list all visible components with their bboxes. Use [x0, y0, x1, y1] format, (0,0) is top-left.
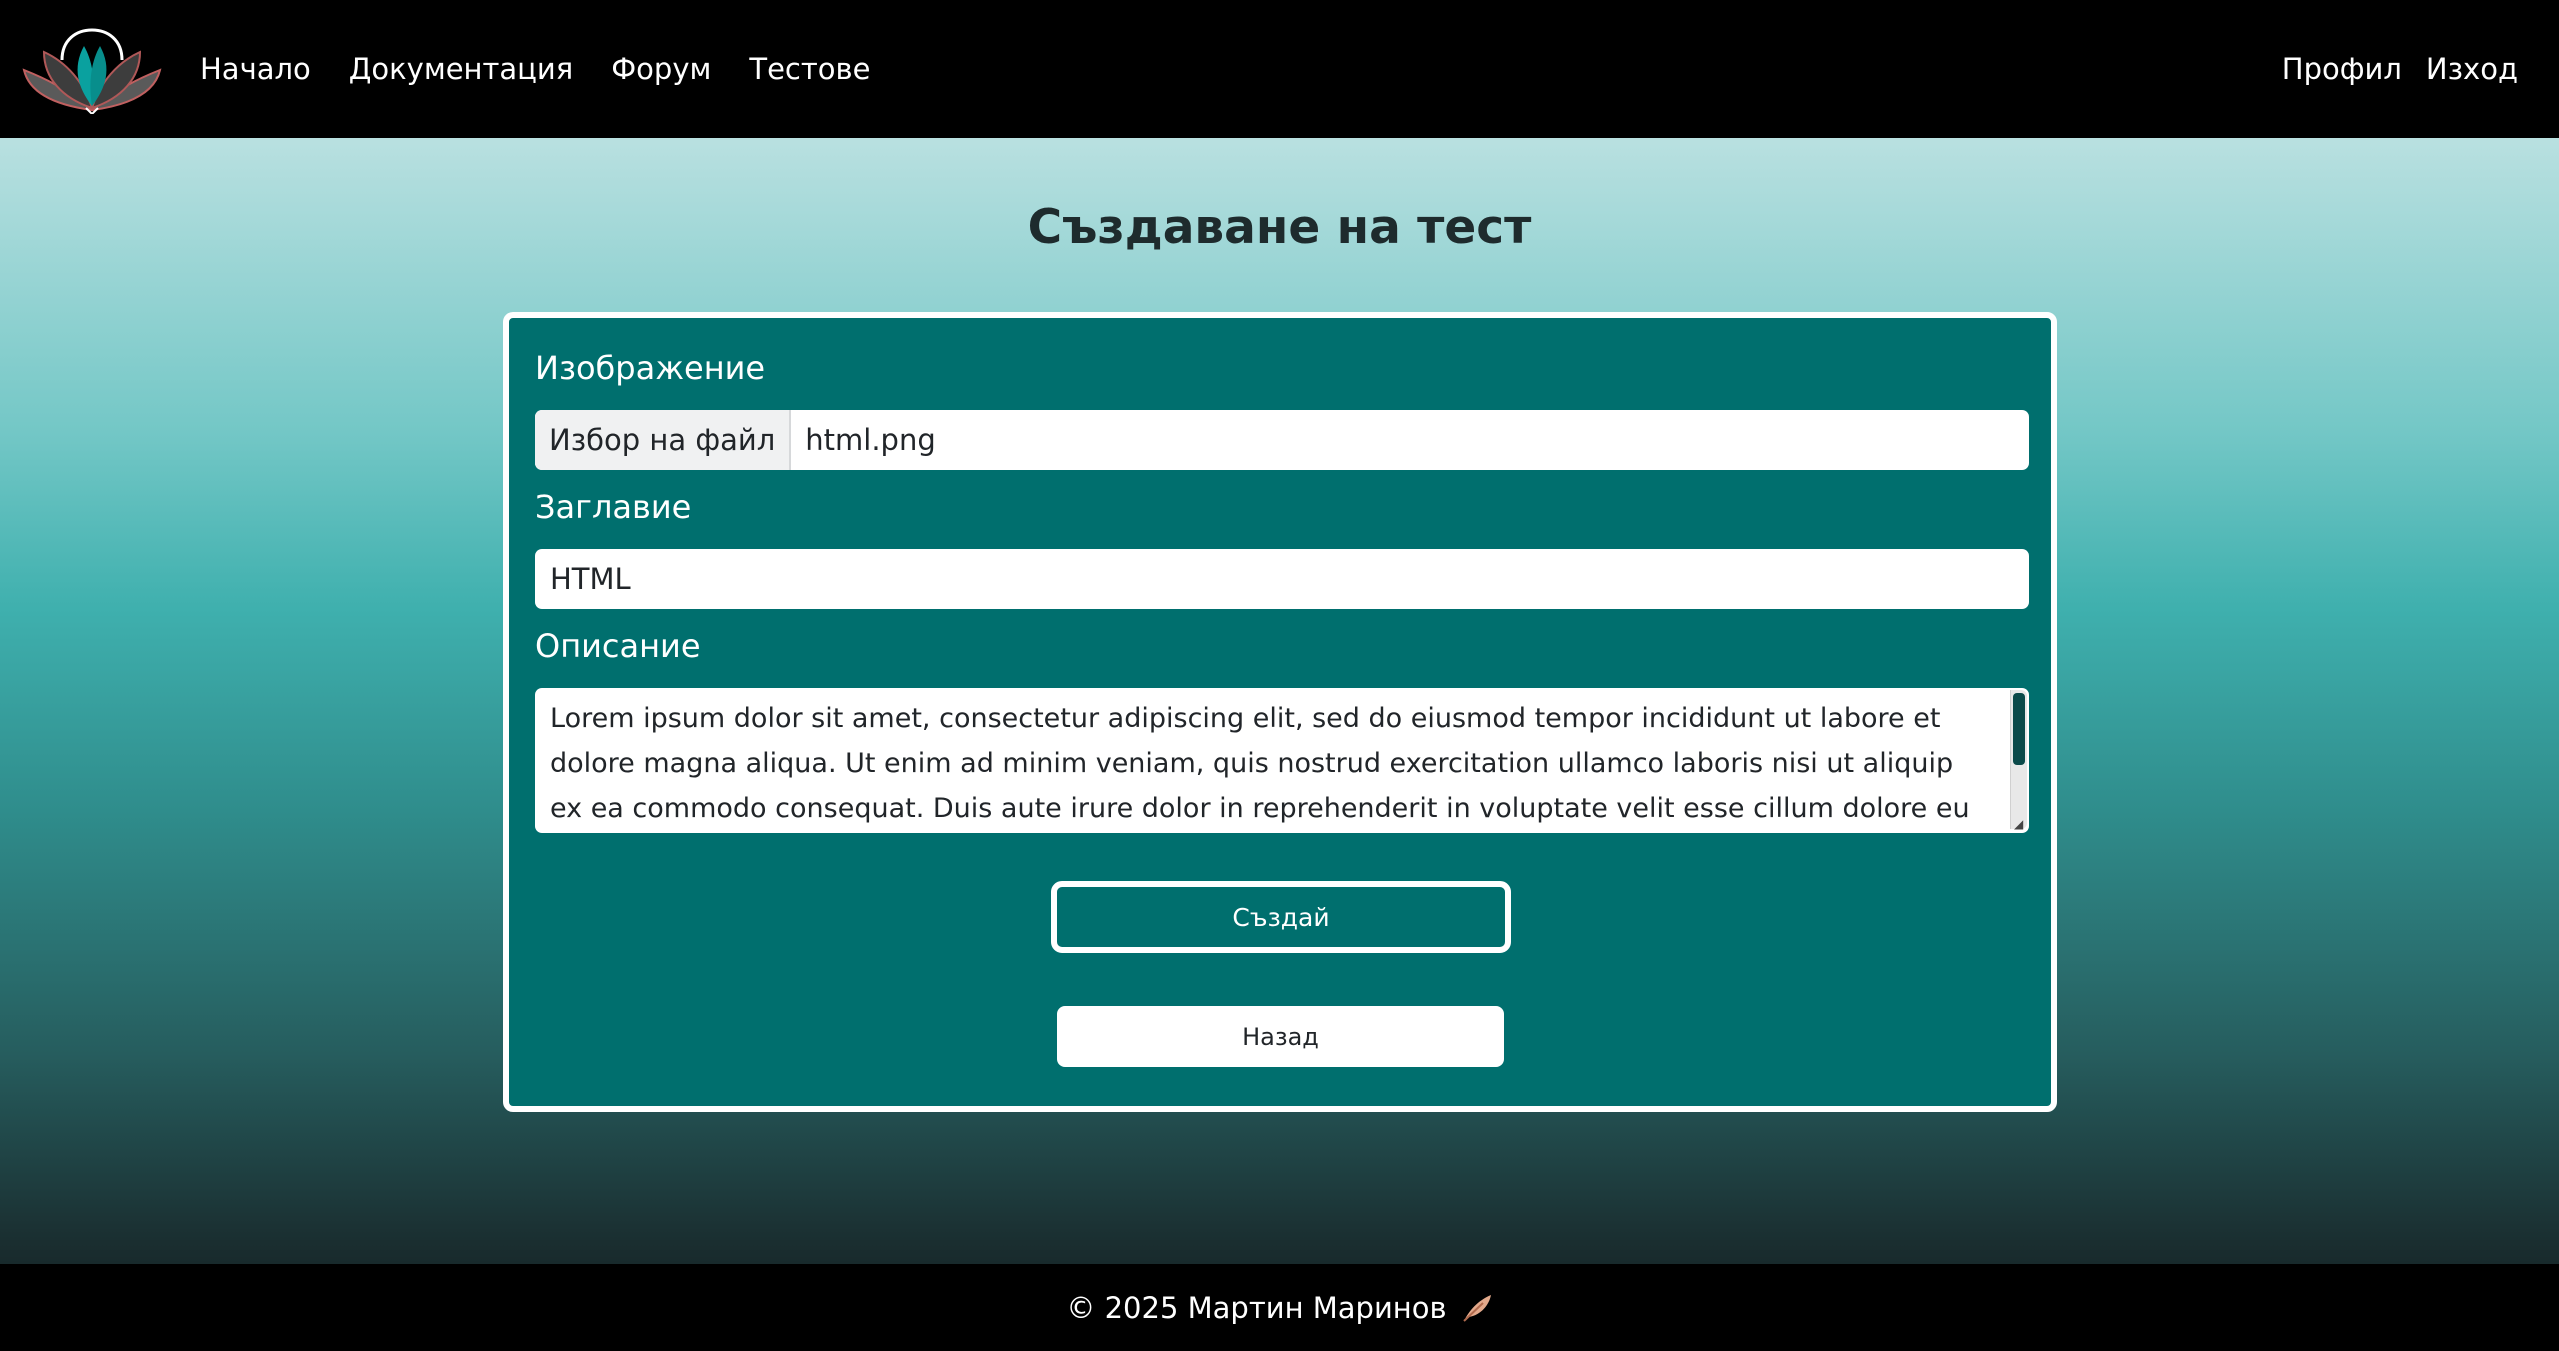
title-input[interactable] — [535, 549, 2029, 609]
main-nav: Начало Документация Форум Тестове — [200, 0, 870, 138]
back-button[interactable]: Назад — [1057, 1006, 1504, 1067]
selected-file-name: html.png — [805, 423, 936, 457]
image-file-input[interactable]: Избор на файл html.png — [535, 410, 2029, 470]
title-label: Заглавие — [535, 488, 692, 526]
description-text: Lorem ipsum dolor sit amet, consectetur … — [550, 703, 1970, 824]
top-navbar: Начало Документация Форум Тестове Профил… — [0, 0, 2559, 138]
nav-link-logout[interactable]: Изход — [2426, 52, 2518, 86]
image-label: Изображение — [535, 349, 766, 387]
nav-link-documentation[interactable]: Документация — [349, 52, 573, 86]
create-button[interactable]: Създай — [1051, 881, 1511, 953]
nav-link-home[interactable]: Начало — [200, 52, 311, 86]
nav-link-profile[interactable]: Профил — [2282, 52, 2402, 86]
footer-copyright: © 2025 Мартин Маринов — [1066, 1290, 1447, 1325]
choose-file-button[interactable]: Избор на файл — [535, 410, 792, 470]
nav-link-forum[interactable]: Форум — [611, 52, 711, 86]
create-test-form: Изображение Избор на файл html.png Загла… — [503, 312, 2057, 1112]
scrollbar-thumb[interactable] — [2013, 693, 2025, 765]
resize-handle-icon[interactable]: ◢ — [2014, 818, 2026, 830]
lotus-logo-icon[interactable] — [22, 26, 162, 114]
feather-icon — [1462, 1294, 1491, 1322]
description-scrollbar[interactable] — [2010, 690, 2027, 829]
page-title: Създаване на тест — [1027, 200, 1532, 255]
nav-link-tests[interactable]: Тестове — [749, 52, 870, 86]
user-nav: Профил Изход — [2282, 0, 2518, 138]
description-textarea[interactable]: Lorem ipsum dolor sit amet, consectetur … — [535, 688, 2029, 833]
description-label: Описание — [535, 627, 701, 665]
footer: © 2025 Мартин Маринов — [0, 1264, 2559, 1351]
